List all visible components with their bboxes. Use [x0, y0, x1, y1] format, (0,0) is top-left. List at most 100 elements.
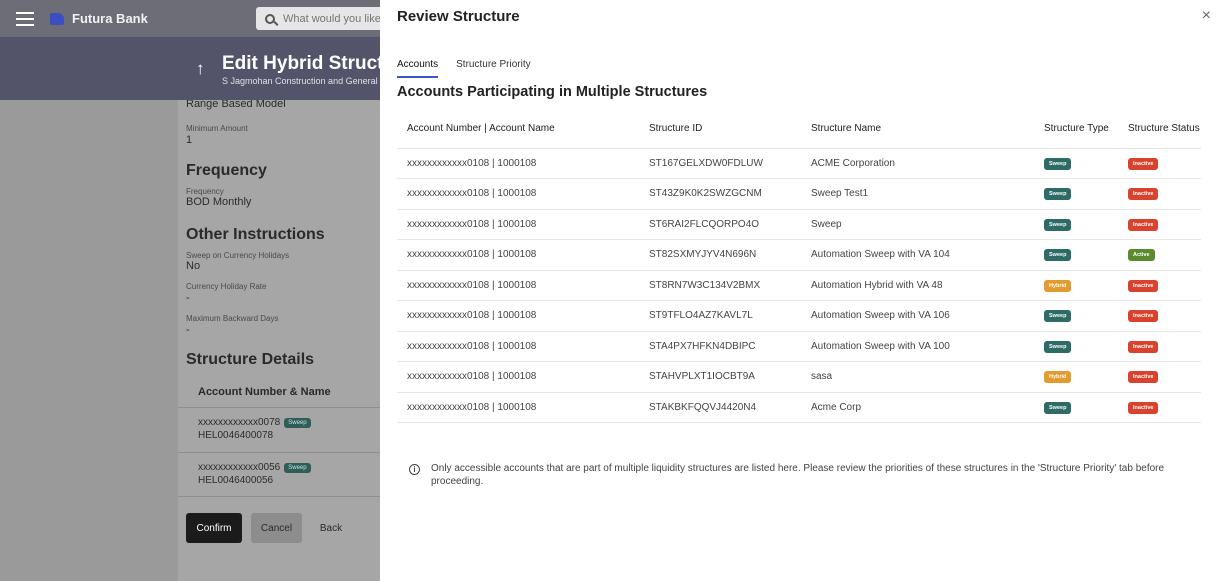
table-row[interactable]: xxxxxxxxxxxx0108 | 1000108 ST6RAI2FLCQORP…	[397, 209, 1201, 240]
table-row[interactable]: xxxxxxxxxxxx0108 | 1000108 ST82SXMYJYV4N6…	[397, 239, 1201, 271]
cell-structure-status: Inactive	[1118, 270, 1201, 301]
cell-structure-status: Inactive	[1118, 392, 1201, 423]
tab-accounts[interactable]: Accounts	[397, 59, 439, 78]
cell-structure-id: STAHVPLXT1IOCBT9A	[639, 361, 801, 393]
cell-account: xxxxxxxxxxxx0108 | 1000108	[397, 148, 639, 179]
holiday-rate-label: Currency Holiday Rate	[186, 282, 267, 291]
back-arrow-icon[interactable]: ↑	[196, 59, 205, 79]
min-amount-value: 1	[186, 134, 193, 146]
status-badge: Inactive	[1128, 218, 1159, 231]
column-header-structure-name: Structure Name	[801, 110, 1034, 149]
cell-structure-type: Sweep	[1034, 300, 1118, 332]
min-amount-label: Minimum Amount	[186, 124, 248, 133]
sweep-holiday-value: No	[186, 260, 201, 272]
status-badge: Inactive	[1128, 310, 1159, 323]
cell-structure-type: Sweep	[1034, 178, 1118, 210]
table-row[interactable]: xxxxxxxxxxxx0108 | 1000108 STA4PX7HFKN4DB…	[397, 331, 1201, 362]
cell-structure-name: Automation Sweep with VA 104	[801, 239, 1034, 271]
cell-structure-id: STAKBKFQQVJ4420N4	[639, 392, 801, 423]
table-row[interactable]: xxxxxxxxxxxx0108 | 1000108 STAHVPLXT1IOCB…	[397, 361, 1201, 393]
app-root: Futura Bank ↑ Edit Hybrid Structu S Jagm…	[0, 0, 1225, 581]
frequency-heading: Frequency	[186, 162, 267, 179]
cell-account: xxxxxxxxxxxx0108 | 1000108	[397, 209, 639, 240]
account-name: HEL0046400078	[198, 430, 274, 441]
list-item[interactable]: xxxxxxxxxxxx0078 Sweep HEL0046400078	[198, 417, 311, 441]
global-search[interactable]	[256, 7, 396, 30]
brand-name: Futura Bank	[72, 11, 148, 26]
search-input[interactable]	[283, 12, 393, 25]
accounts-table: Account Number | Account Name Structure …	[397, 110, 1201, 423]
account-number: xxxxxxxxxxxx0056	[198, 462, 281, 473]
bank-logo-icon	[50, 12, 64, 25]
close-icon[interactable]: ×	[1202, 8, 1211, 24]
cell-structure-status: Inactive	[1118, 178, 1201, 210]
max-backward-label: Maximum Backward Days	[186, 314, 279, 323]
column-header-structure-type: Structure Type	[1034, 110, 1118, 149]
table-body: xxxxxxxxxxxx0108 | 1000108 ST167GELXDW0FD…	[397, 148, 1201, 423]
table-row[interactable]: xxxxxxxxxxxx0108 | 1000108 ST167GELXDW0FD…	[397, 148, 1201, 179]
divider	[178, 496, 380, 497]
cell-account: xxxxxxxxxxxx0108 | 1000108	[397, 392, 639, 423]
cancel-button[interactable]: Cancel	[251, 513, 302, 543]
structure-type-badge: Sweep	[1044, 401, 1072, 414]
status-badge: Sweep	[284, 463, 311, 473]
cell-structure-name: Sweep Test1	[801, 178, 1034, 210]
account-number: xxxxxxxxxxxx0078	[198, 417, 281, 428]
tab-structure-priority[interactable]: Structure Priority	[456, 59, 530, 78]
page-header: ↑ Edit Hybrid Structu S Jagmohan Constru…	[0, 37, 395, 100]
divider	[178, 407, 380, 408]
structure-type-badge: Hybrid	[1044, 279, 1072, 292]
cell-structure-type: Sweep	[1034, 148, 1118, 179]
section-title: Accounts Participating in Multiple Struc…	[397, 84, 708, 100]
back-button[interactable]: Back	[311, 513, 351, 543]
table-row[interactable]: xxxxxxxxxxxx0108 | 1000108 ST43Z9K0K2SWZG…	[397, 178, 1201, 210]
column-header-structure-id: Structure ID	[639, 110, 801, 149]
list-item[interactable]: xxxxxxxxxxxx0056 Sweep HEL0046400056	[198, 462, 311, 486]
cell-account: xxxxxxxxxxxx0108 | 1000108	[397, 178, 639, 210]
model-value: Range Based Model	[186, 100, 286, 110]
holiday-rate-value: -	[186, 292, 190, 304]
brand[interactable]: Futura Bank	[50, 11, 148, 26]
account-column-header: Account Number & Name	[198, 386, 331, 398]
cell-structure-id: ST6RAI2FLCQORPO4O	[639, 209, 801, 240]
cell-structure-status: Inactive	[1118, 331, 1201, 362]
page-body: Range Based Model Minimum Amount 1 Frequ…	[0, 100, 380, 581]
confirm-button[interactable]: Confirm	[186, 513, 242, 543]
structure-type-badge: Sweep	[1044, 340, 1072, 353]
cell-structure-name: Automation Sweep with VA 100	[801, 331, 1034, 362]
cell-structure-type: Hybrid	[1034, 361, 1118, 393]
cell-account: xxxxxxxxxxxx0108 | 1000108	[397, 300, 639, 332]
cell-structure-name: Automation Hybrid with VA 48	[801, 270, 1034, 301]
hamburger-menu-icon[interactable]	[16, 11, 34, 26]
status-badge: Inactive	[1128, 157, 1159, 170]
info-text: Only accessible accounts that are part o…	[431, 463, 1165, 487]
cell-structure-id: ST43Z9K0K2SWZGCNM	[639, 178, 801, 210]
cell-structure-status: Active	[1118, 239, 1201, 271]
other-instructions-heading: Other Instructions	[186, 226, 325, 243]
table-row[interactable]: xxxxxxxxxxxx0108 | 1000108 STAKBKFQQVJ442…	[397, 392, 1201, 423]
status-badge: Active	[1128, 249, 1155, 262]
status-badge: Sweep	[284, 418, 311, 428]
page-title: Edit Hybrid Structu	[222, 53, 396, 74]
structure-details-heading: Structure Details	[186, 351, 315, 368]
column-header-account: Account Number | Account Name	[397, 110, 639, 149]
cell-structure-name: ACME Corporation	[801, 148, 1034, 179]
page-subtitle: S Jagmohan Construction and General S	[222, 76, 387, 86]
cell-structure-id: ST9TFLO4AZ7KAVL7L	[639, 300, 801, 332]
cell-structure-name: Acme Corp	[801, 392, 1034, 423]
cell-structure-id: ST167GELXDW0FDLUW	[639, 148, 801, 179]
sweep-holiday-label: Sweep on Currency Holidays	[186, 251, 290, 260]
structure-type-badge: Sweep	[1044, 218, 1072, 231]
frequency-value: BOD Monthly	[186, 196, 252, 208]
structure-type-badge: Hybrid	[1044, 371, 1072, 384]
table-row[interactable]: xxxxxxxxxxxx0108 | 1000108 ST9TFLO4AZ7KAV…	[397, 300, 1201, 332]
cell-structure-id: STA4PX7HFKN4DBIPC	[639, 331, 801, 362]
search-icon	[265, 13, 275, 24]
table-header-row: Account Number | Account Name Structure …	[397, 110, 1201, 149]
table-row[interactable]: xxxxxxxxxxxx0108 | 1000108 ST8RN7W3C134V2…	[397, 270, 1201, 301]
structure-summary-card: Range Based Model Minimum Amount 1 Frequ…	[178, 100, 380, 581]
cell-structure-name: sasa	[801, 361, 1034, 393]
status-badge: Inactive	[1128, 279, 1159, 292]
review-structure-modal: Review Structure × Accounts Structure Pr…	[380, 0, 1225, 581]
cell-structure-status: Inactive	[1118, 300, 1201, 332]
